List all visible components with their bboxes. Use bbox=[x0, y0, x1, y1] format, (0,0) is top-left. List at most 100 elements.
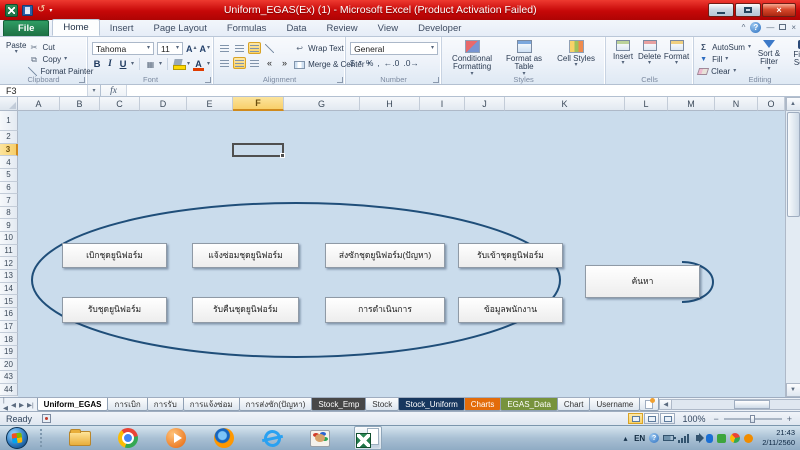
row-header-14[interactable]: 14 bbox=[0, 283, 18, 296]
fill-color-button[interactable] bbox=[173, 59, 184, 70]
ribbon-tab-formulas[interactable]: Formulas bbox=[217, 21, 277, 36]
font-color-button[interactable]: A bbox=[193, 59, 204, 69]
increase-decimal-button[interactable]: ←.0 bbox=[384, 58, 400, 68]
column-header-N[interactable]: N bbox=[715, 97, 758, 111]
clipboard-dialog-launcher[interactable] bbox=[79, 77, 85, 83]
copy-button[interactable]: ⧉Copy▾ bbox=[28, 54, 93, 65]
sheet-tab-stock-emp[interactable]: Stock_Emp bbox=[311, 398, 366, 411]
start-button[interactable] bbox=[6, 427, 28, 449]
increase-indent-button[interactable]: » bbox=[278, 57, 291, 69]
ribbon-tab-file[interactable]: File bbox=[3, 20, 49, 36]
excel-taskbar-icon[interactable] bbox=[354, 426, 382, 450]
number-format-select[interactable]: General▾ bbox=[350, 42, 438, 55]
align-center-button[interactable] bbox=[233, 57, 246, 69]
scroll-up-icon[interactable]: ▲ bbox=[786, 97, 800, 111]
row-header-3[interactable]: 3 bbox=[0, 144, 18, 157]
ribbon-tab-home[interactable]: Home bbox=[52, 19, 99, 36]
form-button-รับคืนชุดยูนิฟอร์ม[interactable]: รับคืนชุดยูนิฟอร์ม bbox=[192, 297, 299, 323]
row-header-19[interactable]: 19 bbox=[0, 346, 18, 359]
percent-style-button[interactable]: % bbox=[366, 58, 374, 68]
borders-button[interactable]: ▦ bbox=[145, 59, 156, 70]
row-header-8[interactable]: 8 bbox=[0, 207, 18, 220]
ribbon-tab-data[interactable]: Data bbox=[276, 21, 316, 36]
close-button[interactable]: × bbox=[762, 3, 796, 17]
zoom-in-button[interactable]: + bbox=[784, 414, 800, 424]
undo-icon[interactable]: ↺ bbox=[37, 5, 45, 15]
decrease-decimal-button[interactable]: .0→ bbox=[403, 58, 419, 68]
sheet-tab-การส่งซัก-ปัญหา[interactable]: การส่งซัก(ปัญหา) bbox=[239, 398, 313, 411]
chrome-taskbar-icon[interactable] bbox=[114, 426, 142, 450]
bluetooth-icon[interactable] bbox=[706, 434, 713, 443]
accounting-format-button[interactable]: $ bbox=[350, 58, 355, 68]
form-button-ข้อมูลพนักงาน[interactable]: ข้อมูลพนักงาน bbox=[458, 297, 563, 323]
orientation-button[interactable] bbox=[263, 42, 276, 54]
row-header-5[interactable]: 5 bbox=[0, 169, 18, 182]
row-header-4[interactable]: 4 bbox=[0, 156, 18, 169]
search-button[interactable]: ค้นหา bbox=[585, 265, 700, 298]
format-as-table-button[interactable]: Format as Table ▾ bbox=[498, 39, 550, 78]
sheet-tab-uniform-egas[interactable]: Uniform_EGAS bbox=[37, 398, 109, 411]
sheet-tab-stock[interactable]: Stock bbox=[365, 398, 399, 411]
vertical-scroll-thumb[interactable] bbox=[787, 112, 800, 217]
macro-record-icon[interactable] bbox=[42, 414, 51, 423]
format-cells-button[interactable]: Format ▾ bbox=[663, 39, 690, 67]
underline-button[interactable]: U bbox=[118, 59, 128, 70]
hidden-icons-icon[interactable]: ▴ bbox=[621, 433, 630, 444]
horizontal-scroll-thumb[interactable] bbox=[734, 400, 770, 409]
row-header-17[interactable]: 17 bbox=[0, 321, 18, 334]
conditional-formatting-button[interactable]: Conditional Formatting ▾ bbox=[446, 39, 498, 78]
save-icon[interactable] bbox=[22, 5, 33, 16]
shrink-font-button[interactable]: A▾ bbox=[200, 44, 211, 54]
scroll-left-icon[interactable]: ◀ bbox=[659, 399, 672, 410]
form-button-แจ้งซ่อมชุดยูนิฟอร์ม[interactable]: แจ้งซ่อมชุดยูนิฟอร์ม bbox=[192, 243, 299, 268]
workbook-close-icon[interactable]: × bbox=[791, 23, 796, 32]
horizontal-scroll-track[interactable] bbox=[672, 399, 800, 410]
internet-explorer-taskbar-icon[interactable] bbox=[258, 426, 286, 450]
restore-button[interactable] bbox=[735, 3, 761, 17]
column-header-A[interactable]: A bbox=[18, 97, 60, 111]
column-header-G[interactable]: G bbox=[284, 97, 360, 111]
row-header-18[interactable]: 18 bbox=[0, 333, 18, 346]
ribbon-tab-developer[interactable]: Developer bbox=[408, 21, 471, 36]
form-button-เบิกชุดยูนิฟอร์ม[interactable]: เบิกชุดยูนิฟอร์ม bbox=[62, 243, 167, 268]
bold-button[interactable]: B bbox=[92, 59, 102, 70]
prev-sheet-button[interactable]: ◀ bbox=[11, 401, 16, 409]
ribbon-tab-page-layout[interactable]: Page Layout bbox=[143, 21, 216, 36]
insert-function-button[interactable]: fx bbox=[101, 85, 127, 96]
sheet-tab-chart[interactable]: Chart bbox=[557, 398, 591, 411]
zoom-out-button[interactable]: − bbox=[710, 414, 721, 424]
name-box[interactable]: F3 bbox=[0, 85, 88, 96]
decrease-indent-button[interactable]: « bbox=[263, 57, 276, 69]
column-header-E[interactable]: E bbox=[187, 97, 233, 111]
security-icon[interactable] bbox=[717, 434, 726, 443]
row-header-44[interactable]: 44 bbox=[0, 384, 18, 397]
last-sheet-button[interactable]: ▶| bbox=[27, 401, 34, 409]
first-sheet-button[interactable]: |◀ bbox=[3, 397, 8, 412]
number-dialog-launcher[interactable] bbox=[433, 77, 439, 83]
zoom-slider-thumb[interactable] bbox=[750, 415, 755, 423]
column-header-D[interactable]: D bbox=[140, 97, 187, 111]
row-header-10[interactable]: 10 bbox=[0, 232, 18, 245]
column-header-H[interactable]: H bbox=[360, 97, 420, 111]
top-align-button[interactable] bbox=[218, 42, 231, 54]
column-header-C[interactable]: C bbox=[100, 97, 140, 111]
row-header-1[interactable]: 1 bbox=[0, 111, 18, 131]
network-signal-icon[interactable] bbox=[678, 433, 689, 444]
firefox-taskbar-icon[interactable] bbox=[210, 426, 238, 450]
sheet-tab-การรับ[interactable]: การรับ bbox=[147, 398, 184, 411]
grow-font-button[interactable]: A▴ bbox=[186, 44, 197, 54]
scroll-down-icon[interactable]: ▼ bbox=[786, 383, 800, 397]
column-header-M[interactable]: M bbox=[668, 97, 715, 111]
zoom-level-label[interactable]: 100% bbox=[682, 414, 705, 424]
normal-view-button[interactable] bbox=[628, 413, 643, 424]
horizontal-scrollbar[interactable]: ◀ ▶ bbox=[659, 398, 800, 411]
excel-app-icon[interactable] bbox=[5, 4, 18, 17]
font-name-select[interactable]: Tahoma▾ bbox=[92, 42, 154, 55]
sheet-tab-การแจ้งซ่อม[interactable]: การแจ้งซ่อม bbox=[183, 398, 240, 411]
row-header-6[interactable]: 6 bbox=[0, 182, 18, 195]
volume-icon[interactable] bbox=[693, 433, 702, 444]
sheet-tab-stock-uniform[interactable]: Stock_Uniform bbox=[398, 398, 464, 411]
align-right-button[interactable] bbox=[248, 57, 261, 69]
middle-align-button[interactable] bbox=[233, 42, 246, 54]
alignment-dialog-launcher[interactable] bbox=[337, 77, 343, 83]
